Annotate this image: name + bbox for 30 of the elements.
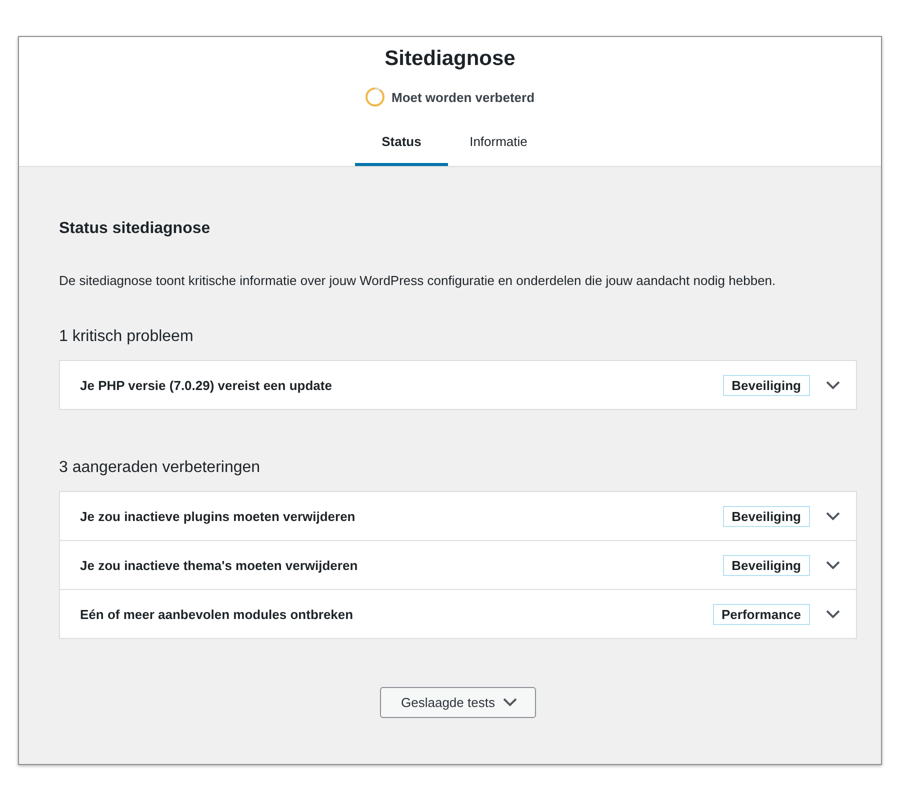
expand-toggle[interactable]	[826, 560, 840, 570]
issue-title: Je PHP versie (7.0.29) vereist een update	[80, 378, 333, 392]
category-badge: Performance	[712, 604, 810, 624]
expand-toggle[interactable]	[826, 512, 840, 520]
chevron-down-icon	[826, 560, 840, 570]
issue-row[interactable]: Eén of meer aanbevolen modules ontbreken Performance	[60, 589, 856, 638]
category-badge: Beveiliging	[722, 554, 810, 576]
group-heading: 1 kritisch probleem	[59, 327, 194, 347]
chevron-down-icon	[502, 698, 517, 707]
tab[interactable]: Informatie	[452, 120, 545, 166]
status-label: Moet worden verbeterd	[391, 90, 535, 104]
category-badge: Beveiliging	[722, 374, 810, 396]
issue-row[interactable]: Je PHP versie (7.0.29) vereist een update Beveiliging	[60, 361, 856, 409]
issue-row[interactable]: Je zou inactieve plugins moeten verwijderen Beveiliging	[60, 492, 856, 540]
section-description: De sitediagnose toont kritische informatie over jouw WordPress configuratie en onderdelen die jouw aandacht nodig hebben.	[59, 272, 777, 290]
passed-tests-button[interactable]: Geslaagde tests	[380, 687, 536, 718]
expand-toggle[interactable]	[826, 610, 840, 618]
category-badge: Beveiliging	[722, 506, 810, 526]
expand-toggle[interactable]	[826, 380, 840, 390]
chevron-down-icon	[826, 512, 840, 520]
section-title: Status sitediagnose	[59, 219, 212, 239]
issue-title: Je zou inactieve plugins moeten verwijderen	[80, 508, 356, 524]
issue-row[interactable]: Je zou inactieve thema's moeten verwijderen Beveiliging	[60, 540, 856, 589]
chevron-down-icon	[826, 610, 840, 618]
issue-title: Eén of meer aanbevolen modules ontbreken	[80, 606, 354, 622]
group-heading: 3 aangeraden verbeteringen	[59, 458, 262, 478]
chevron-down-icon	[826, 380, 840, 390]
progress-ring-icon	[365, 87, 386, 107]
page-title: Sitediagnose	[384, 47, 516, 71]
issue-title: Je zou inactieve thema's moeten verwijderen	[80, 558, 359, 572]
